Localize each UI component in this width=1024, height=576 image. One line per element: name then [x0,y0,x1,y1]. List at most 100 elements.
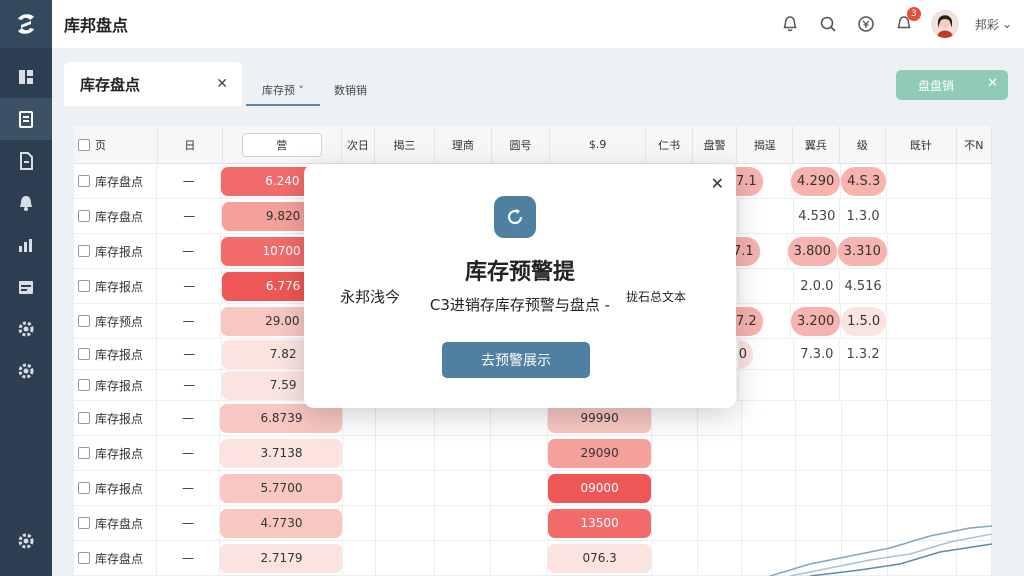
row-checkbox[interactable] [78,379,90,391]
table-row[interactable]: 库存报点 —3.7138 29090 [74,436,992,471]
row-checkbox[interactable] [78,348,90,360]
sidebar-item-documents[interactable] [0,140,52,182]
bell-icon[interactable] [779,13,801,35]
sidebar-item-alerts[interactable] [0,182,52,224]
header-cell[interactable]: 圆号 [492,126,550,163]
row-checkbox[interactable] [78,245,90,257]
table-cell [957,269,992,303]
sidebar-item-settings[interactable] [0,308,52,350]
sidebar-item-config[interactable] [0,350,52,392]
table-cell [652,506,698,540]
name-cell: 库存报点 [74,471,157,505]
c12-value: 1.3.0 [846,208,880,224]
sidebar-item-inventory[interactable] [0,98,52,140]
header-cell[interactable]: 日 [158,126,223,163]
header-cell[interactable]: 揭三 [375,126,435,163]
header-cell[interactable]: 理商 [435,126,493,163]
sidebar-item-reports[interactable] [0,224,52,266]
user-menu[interactable]: 邦彩 ⌄ [975,16,1012,33]
header-cell[interactable]: 页 [74,126,158,163]
refresh-icon [494,196,536,238]
table-cell [957,234,992,268]
c11-cell [796,436,843,470]
notification-icon[interactable]: 3 [893,7,921,35]
table-row[interactable]: 库存报点 —5.7700 09000 [74,471,992,506]
dash-cell: — [157,164,222,198]
mid-value-cell: 13500 [548,506,653,540]
header-cell[interactable]: 不N [957,126,992,163]
dash-cell: — [157,370,223,400]
c12-value: 4.516 [844,278,882,294]
inventory-action-button[interactable]: 盘盘销 ✕ [896,70,1008,100]
tab-sales[interactable]: 数销销 [334,82,367,98]
sidebar-item-system-settings[interactable] [0,520,52,562]
row-checkbox[interactable] [78,315,90,327]
bar-chart-icon [19,239,32,252]
sidebar-item-calendar[interactable] [0,266,52,308]
trend-sparkline [770,525,992,576]
table-cell [376,541,435,575]
table-cell [957,401,992,435]
c11-cell: 3.800 [787,234,838,268]
header-cell[interactable]: 次日 [342,126,376,163]
dash-cell: — [157,506,221,540]
row-checkbox[interactable] [78,447,90,459]
c12-cell: 1.3.2 [840,339,887,369]
header-cell[interactable]: 营 [223,126,342,163]
row-checkbox[interactable] [78,517,90,529]
row-checkbox[interactable] [78,175,90,187]
app-logo-icon[interactable] [0,0,52,48]
table-cell [888,401,958,435]
view-alerts-button[interactable]: 去预警展示 [442,342,590,378]
close-icon[interactable]: ✕ [711,174,724,193]
gear-icon [18,533,34,549]
row-checkbox[interactable] [78,482,90,494]
c10-cell [739,199,795,233]
c12-cell: 3.310 [837,234,888,268]
tab-label: 库存盘点 [80,75,141,94]
tab-inventory-count[interactable]: 库存盘点 ✕ [64,62,242,106]
search-icon[interactable] [817,13,839,35]
table-cell [957,164,992,198]
currency-icon[interactable] [855,13,877,35]
table-cell [376,506,435,540]
c11-cell [796,471,843,505]
tab-inventory-alert[interactable]: 库存预 ˅ [246,76,320,106]
table-cell [698,471,742,505]
row-checkbox[interactable] [78,210,90,222]
c11-value: 4.290 [791,166,841,196]
top-header: 库邦盘点 3 邦彩 ⌄ [52,0,1024,48]
c10-cell: 7.1 [732,234,788,268]
row-checkbox[interactable] [78,280,90,292]
table-cell [435,471,492,505]
c11-value: 4.530 [798,208,836,224]
header-cell[interactable]: 盘警 [693,126,738,163]
row-checkbox[interactable] [78,552,90,564]
header-sort-button[interactable]: 营 [241,132,322,157]
header-cell[interactable]: 仁书 [646,126,693,163]
sidebar [0,0,52,576]
gear-icon [18,363,34,379]
row-checkbox[interactable] [78,412,90,424]
dash-cell: — [157,199,223,233]
c10-cell [742,436,797,470]
table-cell [887,370,957,400]
select-all-checkbox[interactable] [78,138,90,151]
header-cell[interactable]: 既针 [886,126,957,163]
header-cell[interactable]: $.9 [550,126,647,163]
dash-cell: — [157,304,222,338]
header-cell[interactable]: 揭逞 [737,126,794,163]
header-cell[interactable]: 翼兵 [793,126,840,163]
avatar[interactable] [930,10,959,38]
close-icon[interactable]: ✕ [216,76,228,92]
sidebar-item-dashboard[interactable] [0,56,52,98]
c10-pill: 7.1 [736,166,763,196]
c12-value: 1.5.0 [841,306,887,336]
close-icon[interactable]: ✕ [987,76,998,91]
table-cell [376,436,435,470]
header-cell[interactable]: 级 [840,126,887,163]
user-name: 邦彩 [974,17,999,32]
table-cell [652,436,698,470]
c11-value: 2.0.0 [800,278,834,294]
table-cell [887,339,957,369]
